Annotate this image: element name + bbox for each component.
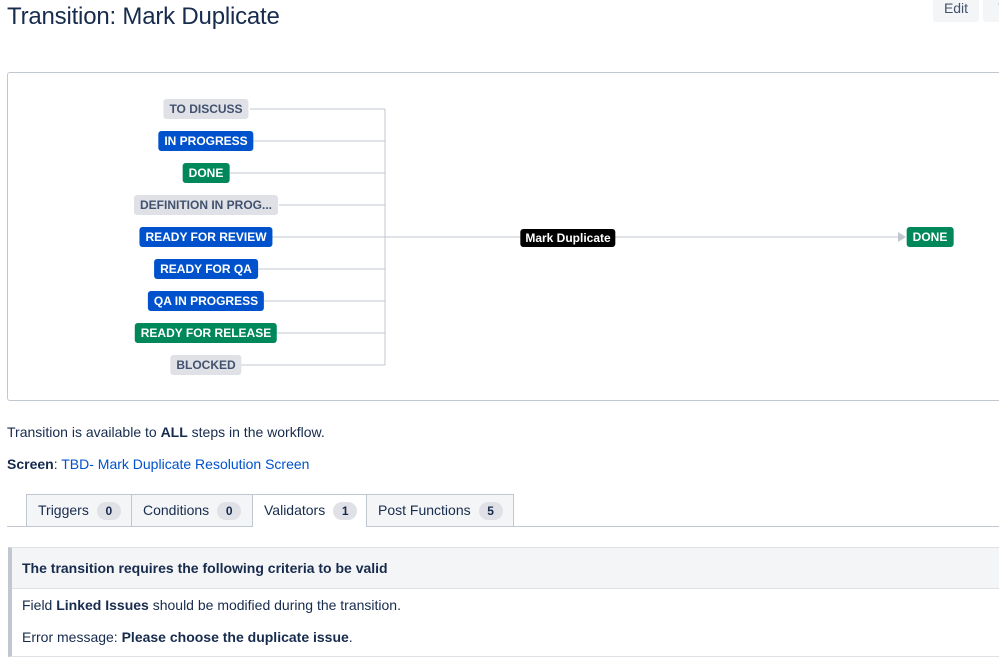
tab-post-functions[interactable]: Post Functions 5 <box>366 494 514 526</box>
page-title: Transition: Mark Duplicate <box>7 3 280 30</box>
tab-label: Validators <box>264 502 326 518</box>
validator-heading: The transition requires the following cr… <box>12 548 999 589</box>
error-suffix: . <box>348 629 353 645</box>
validator-error-message: Error message: Please choose the duplica… <box>22 629 353 645</box>
tab-count-badge: 0 <box>96 502 121 520</box>
availability-suffix: steps in the workflow. <box>187 424 325 440</box>
status-target-done[interactable]: DONE <box>906 227 954 247</box>
status-ready-for-review[interactable]: READY FOR REVIEW <box>139 227 273 247</box>
tab-label: Triggers <box>38 502 89 518</box>
availability-prefix: Transition is available to <box>7 424 161 440</box>
status-qa-in-progress[interactable]: QA IN PROGRESS <box>147 291 265 311</box>
status-definition-in-progress[interactable]: DEFINITION IN PROG... <box>133 195 279 215</box>
tab-count-badge: 0 <box>217 502 242 520</box>
status-in-progress[interactable]: IN PROGRESS <box>158 131 254 151</box>
status-to-discuss[interactable]: TO DISCUSS <box>163 99 249 119</box>
tab-label: Conditions <box>143 502 210 518</box>
tab-count-badge: 5 <box>478 502 503 520</box>
validator-field-rule: Field Linked Issues should be modified d… <box>22 597 401 613</box>
workflow-diagram: TO DISCUSS IN PROGRESS DONE DEFINITION I… <box>7 72 999 401</box>
edit-button[interactable]: Edit <box>933 0 979 22</box>
availability-emphasis: ALL <box>160 424 188 440</box>
screen-info: Screen: TBD- Mark Duplicate Resolution S… <box>7 456 309 472</box>
arrowhead-icon <box>898 232 906 242</box>
error-label: Error message: <box>22 629 122 645</box>
validator-panel: The transition requires the following cr… <box>8 547 999 657</box>
screen-link[interactable]: TBD- Mark Duplicate Resolution Screen <box>61 456 309 472</box>
status-blocked[interactable]: BLOCKED <box>170 355 242 375</box>
field-suffix: should be modified during the transition… <box>148 597 401 613</box>
transition-tabs: Triggers 0 Conditions 0 Validators 1 Post F… <box>7 493 999 527</box>
availability-text: Transition is available to ALL steps in … <box>7 424 325 440</box>
status-ready-for-release[interactable]: READY FOR RELEASE <box>134 323 278 343</box>
view-button[interactable]: V <box>983 0 999 22</box>
tab-triggers[interactable]: Triggers 0 <box>26 494 138 526</box>
screen-label: Screen <box>7 456 54 472</box>
status-ready-for-qa[interactable]: READY FOR QA <box>154 259 258 279</box>
tab-label: Post Functions <box>378 502 471 518</box>
tab-conditions[interactable]: Conditions 0 <box>131 494 253 526</box>
tab-count-badge: 1 <box>333 502 358 520</box>
field-prefix: Field <box>22 597 57 613</box>
status-done[interactable]: DONE <box>182 163 230 183</box>
field-name: Linked Issues <box>56 597 149 613</box>
transition-label[interactable]: Mark Duplicate <box>520 229 616 247</box>
tab-validators[interactable]: Validators 1 <box>252 494 367 527</box>
error-message-text: Please choose the duplicate issue <box>121 629 349 645</box>
